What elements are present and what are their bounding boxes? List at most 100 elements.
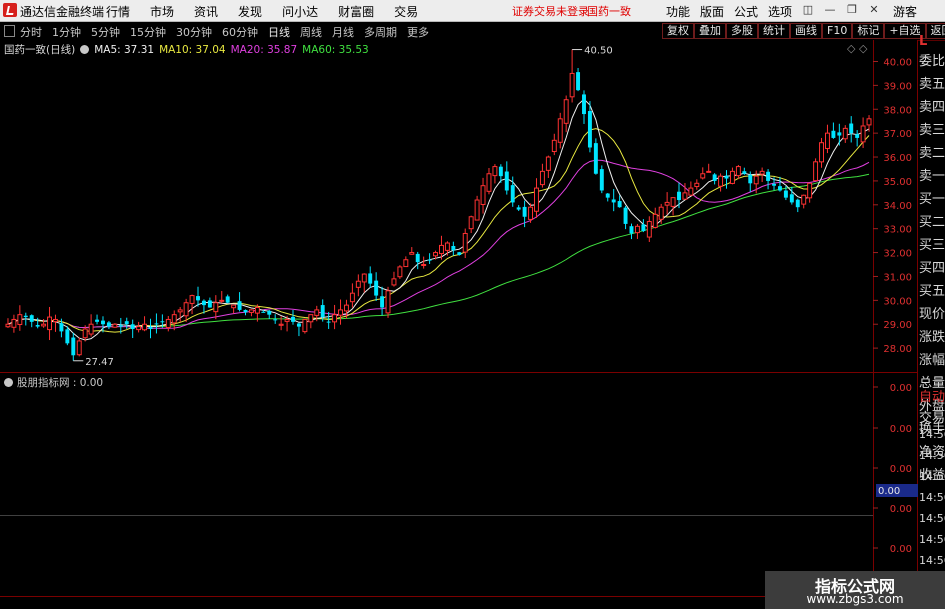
sidebar-tick-0[interactable]: 自动 (919, 386, 945, 405)
candle-up (17, 314, 23, 325)
low-price-label: 27.47 (85, 357, 114, 368)
candle-down (291, 316, 295, 322)
candle-down (837, 132, 842, 136)
high-price-label: 40.50 (584, 46, 613, 57)
candle-up (355, 280, 361, 288)
candle-up (688, 187, 694, 196)
candle-up (88, 323, 94, 335)
ma20-value: MA20: 35.87 (230, 43, 298, 56)
candle-down (772, 183, 776, 186)
candle-down (261, 311, 266, 313)
candle-down (368, 273, 373, 284)
candle-down (267, 310, 272, 315)
price-tick-label: 37.00 (883, 129, 912, 140)
candle-down (855, 134, 860, 138)
sidebar-field-8: 买二 (919, 215, 945, 230)
candle-up (165, 318, 171, 329)
candle-up (284, 318, 290, 322)
indicator-tick-label: 0.00 (890, 544, 912, 555)
candle-down (623, 207, 628, 224)
candle-up (82, 328, 88, 339)
sidebar-field-11: 买五 (919, 284, 945, 299)
candle-down (273, 319, 278, 321)
candle-up (866, 118, 872, 126)
candle-up (819, 142, 824, 163)
candle-down (742, 171, 747, 174)
candle-up (569, 72, 575, 98)
candle-down (201, 300, 206, 306)
indicator-settings-icon[interactable] (4, 378, 13, 387)
candle-up (462, 232, 468, 253)
candle-up (563, 99, 569, 124)
candle-up (729, 170, 735, 184)
candle-up (474, 199, 480, 221)
candle-down (320, 305, 325, 318)
candle-up (658, 206, 664, 220)
candle-up (219, 299, 225, 302)
candle-down (766, 171, 771, 181)
candle-up (433, 252, 439, 257)
price-tick-label: 33.00 (883, 225, 912, 236)
candle-up (528, 206, 534, 220)
ma10-value: MA10: 37.04 (159, 43, 226, 56)
candle-up (670, 197, 676, 207)
candle-down (748, 174, 753, 184)
price-tick-label: 36.00 (883, 153, 912, 164)
candle-up (860, 125, 866, 143)
kline-chart[interactable]: 40.50 27.47 40.00 39.00 38.00 37.00 36.00 35.0… (0, 0, 945, 609)
candle-up (468, 216, 474, 230)
chart-background (0, 40, 918, 597)
candle-up (706, 170, 712, 173)
price-tick-label: 31.00 (883, 272, 912, 283)
sidebar-field-3: 卖四 (919, 100, 945, 115)
candle-down (243, 309, 248, 313)
candle-up (539, 170, 545, 186)
sidebar-field-2: 卖五 (919, 77, 945, 92)
candle-down (237, 301, 242, 310)
sidebar-tick-2: 14:56 (919, 428, 945, 441)
candle-up (142, 323, 148, 331)
candle-down (148, 326, 153, 330)
ma60-value: MA60: 35.53 (302, 43, 369, 56)
indicator-tick-label: 0.00 (890, 504, 912, 515)
sidebar-field-13: 涨跌 (919, 330, 945, 345)
candle-down (106, 322, 111, 327)
candle-down (326, 321, 331, 323)
candle-down (587, 111, 592, 148)
sidebar-field-1: 委比 (919, 54, 945, 69)
candle-up (409, 252, 415, 255)
candle-up (76, 340, 82, 356)
candle-up (47, 316, 53, 331)
price-tick-label: 30.00 (883, 296, 912, 307)
price-tick-label: 34.00 (883, 201, 912, 212)
candle-down (789, 194, 794, 203)
candle-down (617, 201, 622, 208)
candle-down (124, 321, 129, 325)
chart-options-icon[interactable]: ◇ ◇ (847, 42, 867, 55)
sidebar-tick-1[interactable]: 交易 (919, 407, 945, 426)
candle-up (557, 118, 563, 143)
candle-up (759, 170, 765, 175)
candle-up (439, 244, 444, 255)
sidebar-field-5: 卖二 (919, 146, 945, 161)
candle-up (177, 309, 183, 313)
candle-up (332, 314, 338, 323)
sidebar-tick-5: 14:56 (919, 491, 945, 504)
candle-up (486, 173, 492, 192)
sidebar-field-14: 涨幅 (919, 353, 945, 368)
chart-frame (0, 40, 918, 597)
candle-up (534, 187, 539, 212)
sidebar-tick-7: 14:56 (919, 533, 945, 546)
candle-up (5, 323, 11, 328)
candle-up (343, 304, 349, 312)
legend-settings-icon[interactable] (80, 45, 90, 54)
candle-up (112, 323, 118, 328)
candle-up (189, 295, 195, 304)
candle-up (397, 266, 403, 278)
sidebar-tick-3: 14:56 (919, 449, 945, 462)
candle-down (130, 324, 135, 330)
candle-down (677, 191, 681, 201)
candle-up (753, 175, 759, 185)
candle-up (41, 323, 47, 327)
sidebar-field-10: 买四 (919, 261, 945, 276)
